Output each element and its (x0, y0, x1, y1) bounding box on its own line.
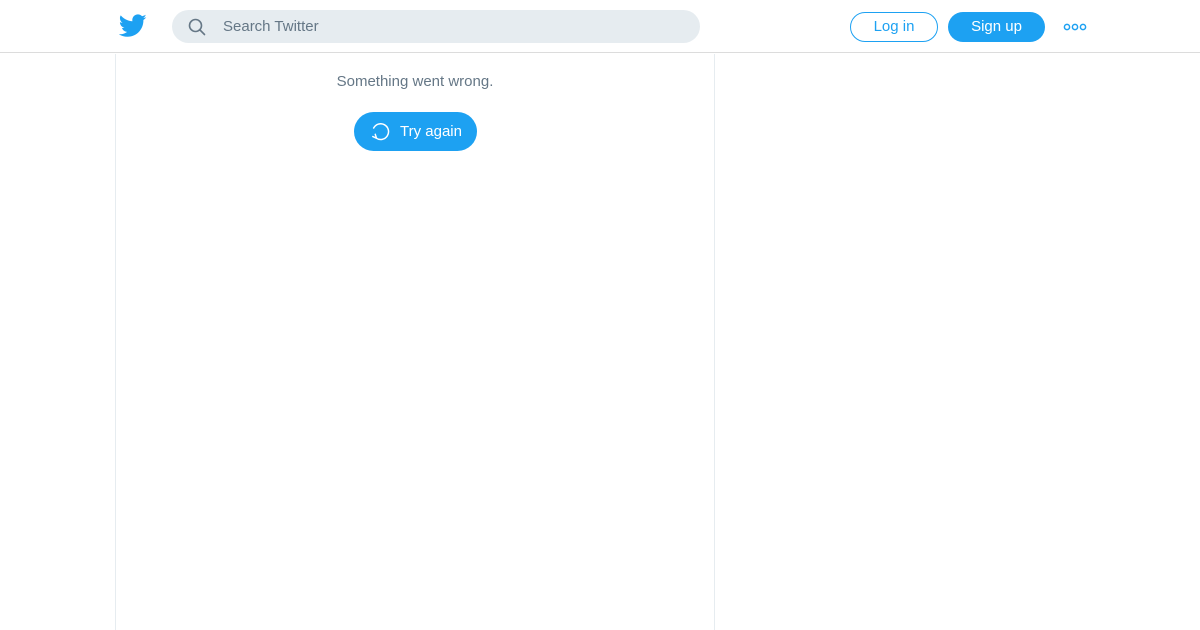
try-again-label: Try again (400, 123, 462, 140)
signup-button[interactable]: Sign up (948, 12, 1045, 42)
search-bar (172, 10, 700, 43)
search-input[interactable] (223, 10, 683, 43)
main-timeline-column: Something went wrong. Try again (115, 54, 715, 630)
error-message: Something went wrong. (336, 73, 494, 90)
try-again-button[interactable]: Try again (354, 112, 477, 151)
more-dots-icon[interactable] (1063, 19, 1087, 35)
refresh-icon (372, 123, 390, 141)
login-button[interactable]: Log in (850, 12, 938, 42)
search-icon (188, 18, 206, 36)
twitter-bird-icon[interactable] (119, 14, 147, 38)
top-navigation-bar: Log in Sign up (0, 0, 1200, 53)
